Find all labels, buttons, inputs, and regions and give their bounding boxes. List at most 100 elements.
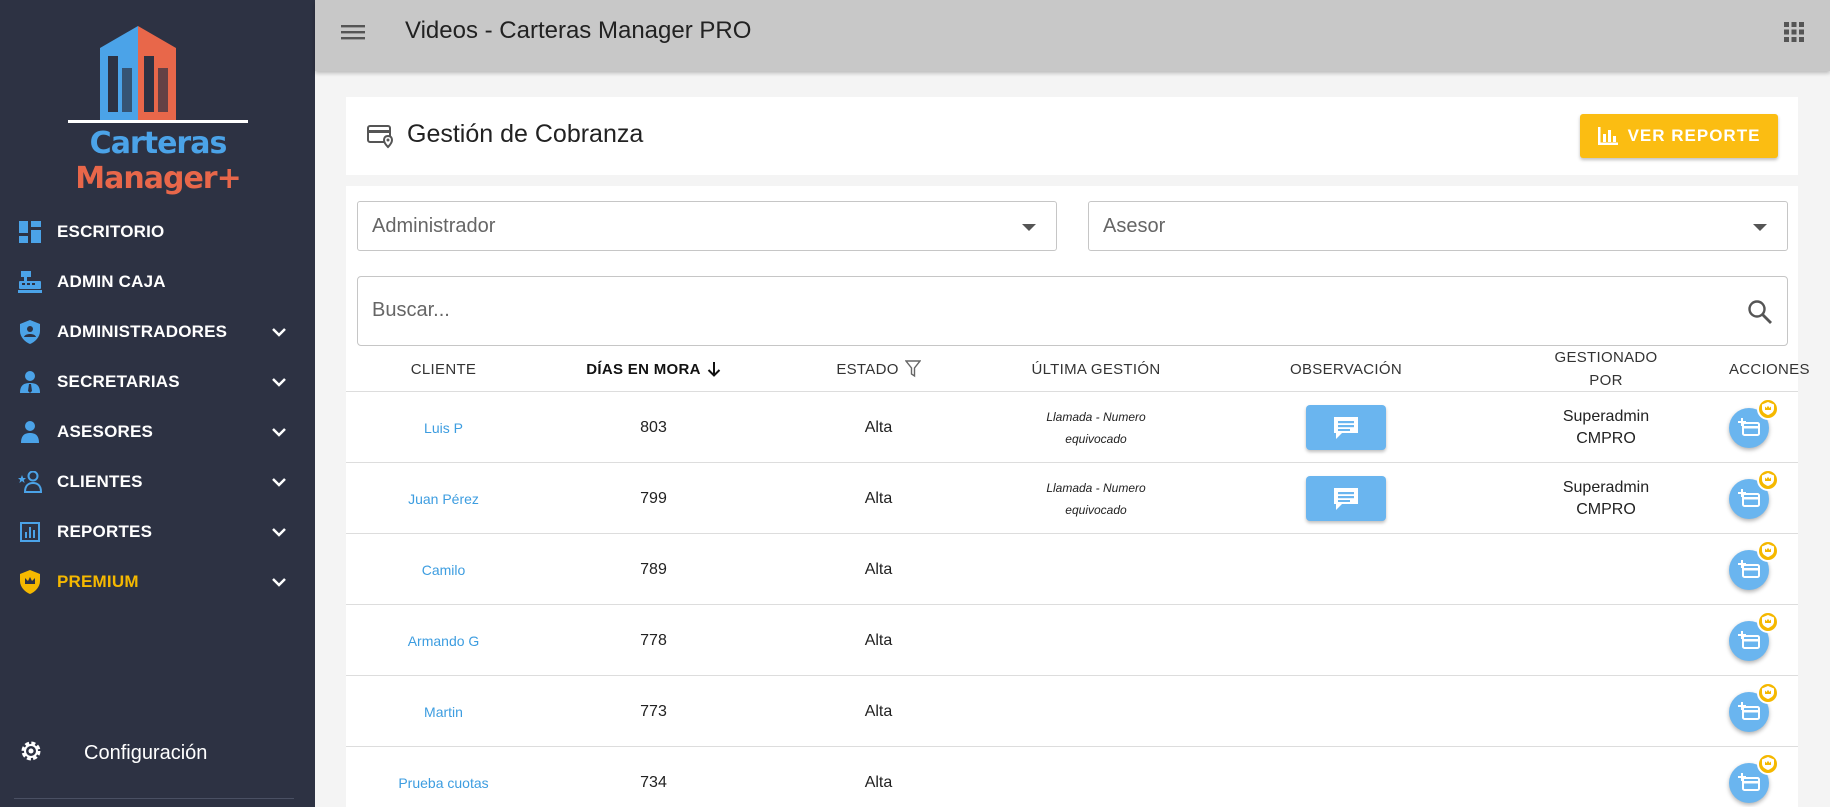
add-gestion-button[interactable] xyxy=(1729,752,1779,803)
estado-value: Alta xyxy=(864,418,893,436)
observation-button[interactable] xyxy=(1306,405,1386,450)
filter-icon[interactable] xyxy=(904,360,921,378)
sidebar-item-clientes[interactable]: CLIENTES xyxy=(0,457,315,507)
search-input[interactable] xyxy=(372,299,1672,322)
add-card-icon xyxy=(1738,630,1760,649)
sidebar-item-label: ADMIN CAJA xyxy=(57,272,166,291)
gestionado-por xyxy=(1491,676,1721,747)
sidebar-item-administradores[interactable]: ADMINISTRADORES xyxy=(0,307,315,357)
sidebar-item-admin-caja[interactable]: ADMIN CAJA xyxy=(0,257,315,307)
asesor-select[interactable]: Asesor xyxy=(1088,201,1788,251)
sidebar-item-label: ESCRITORIO xyxy=(57,222,165,241)
col-header-ultima-gestion[interactable]: ÚLTIMA GESTIÓN xyxy=(991,346,1201,392)
sidebar-item-label: PREMIUM xyxy=(57,572,139,591)
page-title: Videos - Carteras Manager PRO xyxy=(405,17,752,44)
asesor-select-value: Asesor xyxy=(1103,215,1166,237)
ultima-gestion-line1: Llamada - Numero xyxy=(1046,480,1146,495)
sidebar-item-reportes[interactable]: REPORTES xyxy=(0,507,315,557)
administrador-select[interactable]: Administrador xyxy=(357,201,1057,251)
estado-value: Alta xyxy=(864,489,893,507)
view-report-label: VER REPORTE xyxy=(1627,126,1761,145)
chevron-down-icon[interactable] xyxy=(269,572,289,592)
col-header-observacion[interactable]: OBSERVACIÓN xyxy=(1201,346,1491,392)
shield-user-icon xyxy=(18,320,42,344)
chevron-down-icon[interactable] xyxy=(269,422,289,442)
premium-badge-icon xyxy=(1757,752,1779,775)
cobranza-table: CLIENTE DÍAS EN MORA ESTADO ÚLTIMA GESTI… xyxy=(346,346,1809,807)
section-header: Gestión de Cobranza VER REPORTE xyxy=(346,97,1798,175)
sidebar-item-escritorio[interactable]: ESCRITORIO xyxy=(0,207,315,257)
cliente-link[interactable]: Armando G xyxy=(346,605,541,676)
cliente-link[interactable]: Martin xyxy=(346,676,541,747)
add-gestion-button[interactable] xyxy=(1729,539,1779,590)
table-row: Martin 773 Alta xyxy=(346,676,1798,747)
search-icon[interactable] xyxy=(1747,299,1773,325)
apps-grid-icon[interactable] xyxy=(1782,20,1806,44)
observation-button[interactable] xyxy=(1306,476,1386,521)
sidebar-item-configuracion[interactable]: Configuración xyxy=(0,728,315,778)
sidebar-item-label: Configuración xyxy=(84,741,208,764)
sidebar-item-label: ADMINISTRADORES xyxy=(57,322,228,341)
gestionado-por-line1: Superadmin xyxy=(1562,478,1650,496)
chevron-down-icon[interactable] xyxy=(269,472,289,492)
chart-icon xyxy=(18,520,42,544)
dias-en-mora: 773 xyxy=(640,702,667,720)
acciones-cell xyxy=(1721,392,1821,463)
gestionado-por-line2: CMPRO xyxy=(1576,429,1636,447)
view-report-button[interactable]: VER REPORTE xyxy=(1580,114,1778,158)
topbar: Videos - Carteras Manager PRO xyxy=(315,0,1830,71)
ultima-gestion xyxy=(991,605,1201,676)
ultima-gestion: Llamada - Numero equivocado xyxy=(991,392,1201,463)
brand-logo[interactable]: Carteras Manager+ xyxy=(38,18,278,196)
add-gestion-button[interactable] xyxy=(1729,468,1779,519)
gestionado-por xyxy=(1491,747,1721,807)
gestionado-por xyxy=(1491,534,1721,605)
dias-en-mora: 778 xyxy=(640,631,667,649)
col-header-label: GESTIONADO xyxy=(1554,349,1658,366)
dias-en-mora: 803 xyxy=(640,418,667,436)
add-card-icon xyxy=(1738,417,1760,436)
observacion-cell xyxy=(1201,605,1491,676)
ultima-gestion-line2: equivocado xyxy=(1065,431,1127,446)
sidebar-item-secretarias[interactable]: SECRETARIAS xyxy=(0,357,315,407)
user-star-icon xyxy=(18,470,42,494)
cliente-link[interactable]: Camilo xyxy=(346,534,541,605)
col-header-acciones[interactable]: ACCIONES xyxy=(1721,346,1821,392)
table-row: Armando G 778 Alta xyxy=(346,605,1798,676)
add-gestion-button[interactable] xyxy=(1729,681,1779,732)
sidebar-item-label: CLIENTES xyxy=(57,472,143,491)
chevron-down-icon[interactable] xyxy=(269,372,289,392)
sidebar-nav: ESCRITORIO ADMIN CAJA ADMINISTRADORES SE… xyxy=(0,207,315,607)
col-header-dias-mora[interactable]: DÍAS EN MORA xyxy=(541,346,766,392)
comment-icon xyxy=(1334,416,1358,439)
gear-icon xyxy=(18,738,44,769)
dropdown-arrow-icon xyxy=(1753,224,1767,231)
chevron-down-icon[interactable] xyxy=(269,522,289,542)
cliente-link[interactable]: Juan Pérez xyxy=(346,463,541,534)
menu-icon[interactable] xyxy=(339,18,367,46)
table-header: CLIENTE DÍAS EN MORA ESTADO ÚLTIMA GESTI… xyxy=(346,346,1809,392)
sidebar-item-asesores[interactable]: ASESORES xyxy=(0,407,315,457)
ultima-gestion xyxy=(991,534,1201,605)
cliente-link[interactable]: Prueba cuotas xyxy=(346,747,541,807)
col-header-gestionado-por[interactable]: GESTIONADO POR xyxy=(1491,346,1721,392)
col-header-estado[interactable]: ESTADO xyxy=(766,346,991,392)
cliente-link[interactable]: Luis P xyxy=(346,392,541,463)
chevron-down-icon[interactable] xyxy=(269,322,289,342)
sidebar-item-label: SECRETARIAS xyxy=(57,372,180,391)
add-gestion-button[interactable] xyxy=(1729,397,1779,448)
gestionado-por: Superadmin CMPRO xyxy=(1491,392,1721,463)
ultima-gestion xyxy=(991,676,1201,747)
sidebar-item-premium[interactable]: PREMIUM xyxy=(0,557,315,607)
observacion-cell xyxy=(1201,534,1491,605)
gestionado-por-line1: Superadmin xyxy=(1562,407,1650,425)
estado-value: Alta xyxy=(864,702,893,720)
sidebar-item-label: REPORTES xyxy=(57,522,153,541)
add-gestion-button[interactable] xyxy=(1729,610,1779,661)
col-header-cliente[interactable]: CLIENTE xyxy=(346,346,541,392)
sidebar-divider xyxy=(14,798,294,799)
add-card-icon xyxy=(1738,772,1760,791)
gestionado-por-line2: CMPRO xyxy=(1576,500,1636,518)
gestionado-por xyxy=(1491,605,1721,676)
estado-value: Alta xyxy=(864,560,893,578)
